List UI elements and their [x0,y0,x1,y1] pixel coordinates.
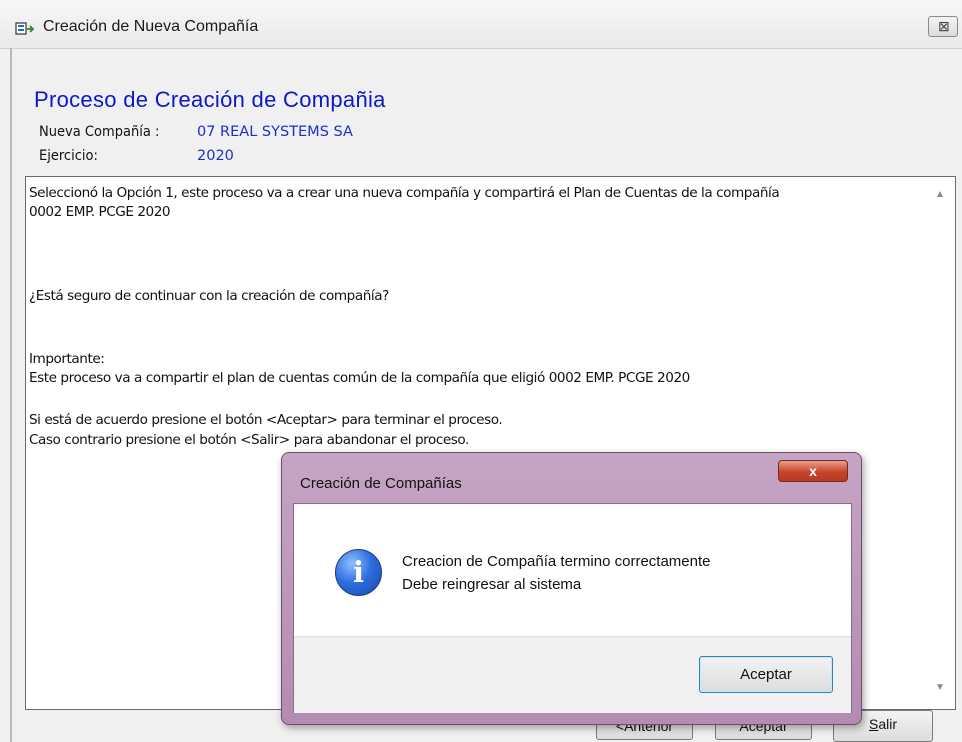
dialog-close-button[interactable]: x [778,460,848,482]
exit-accelerator: S [868,716,879,732]
vertical-scrollbar[interactable] [930,177,955,709]
message-line: 0002 EMP. PCGE 2020 [29,204,171,220]
message-dialog: Creación de Compañías x i Creacion de Co… [281,452,862,725]
page-title: Proceso de Creación de Compañia [34,87,386,112]
dialog-message-line: Debe reingresar al sistema [402,576,582,593]
dialog-footer: Aceptar [294,636,851,713]
year-value: 2020 [197,148,234,164]
message-line: Seleccionó la Opción 1, este proceso va … [29,185,780,201]
dialog-ok-button[interactable]: Aceptar [699,656,833,693]
window-close-button[interactable]: ⊠ [928,16,958,37]
message-line: Si está de acuerdo presione el botón <Ac… [29,412,503,428]
app-icon [15,22,35,35]
info-icon: i [335,549,382,596]
message-line: ¿Está seguro de continuar con la creació… [29,288,389,304]
dialog-message-line: Creacion de Compañía termino correctamen… [402,553,711,570]
company-value: 07 REAL SYSTEMS SA [197,124,353,140]
company-label: Nueva Compañía : [39,124,160,140]
message-line: Caso contrario presione el botón <Salir>… [29,432,469,448]
frame-border [10,48,12,742]
scroll-down-arrow-icon[interactable]: ▼ [935,682,945,693]
dialog-body: i Creacion de Compañía termino correctam… [293,503,852,713]
title-bar: Creación de Nueva Compañía ⊠ [0,0,962,49]
message-line: Importante: [29,351,105,367]
exit-label: alir [878,716,897,732]
message-line: Este proceso va a compartir el plan de c… [29,370,690,386]
year-label: Ejercicio: [39,148,98,164]
close-icon: ⊠ [938,18,950,34]
window-title: Creación de Nueva Compañía [43,18,259,35]
scroll-up-arrow-icon[interactable]: ▲ [935,189,945,200]
dialog-title: Creación de Compañías [300,475,462,492]
